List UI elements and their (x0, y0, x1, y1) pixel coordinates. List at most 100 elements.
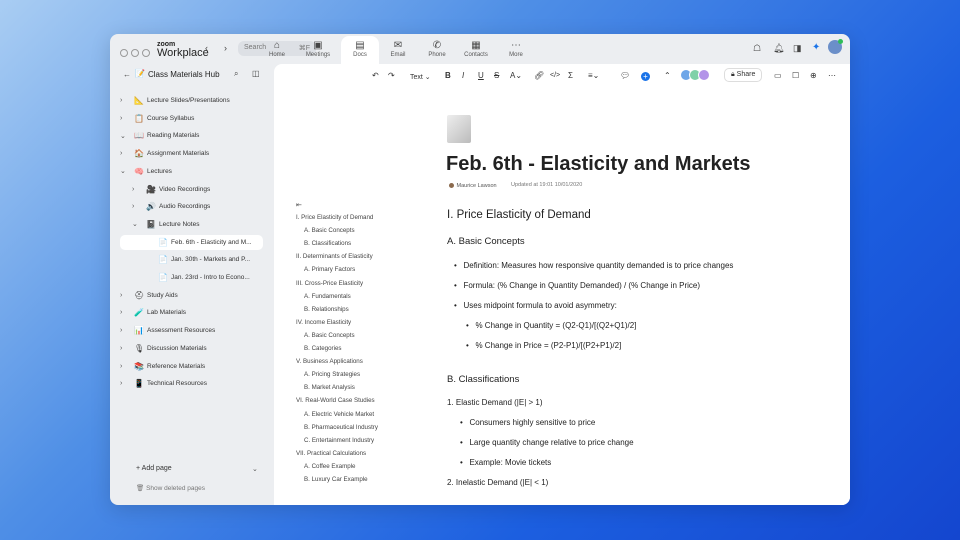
link-icon[interactable]: 🔗︎ (534, 71, 544, 80)
chevron-icon[interactable]: › (120, 115, 134, 122)
sidebar-item[interactable]: › ⛑ Study Aids (120, 288, 178, 303)
outline-item[interactable]: A. Basic Concepts (304, 332, 355, 339)
chevron-icon[interactable]: ⌄ (120, 132, 134, 140)
share-button[interactable]: 🔒︎ Share (724, 68, 763, 82)
outline-item[interactable]: II. Determinants of Elasticity (296, 253, 373, 260)
more-icon[interactable]: ⋯ (828, 71, 836, 80)
chevron-icon[interactable]: › (120, 150, 134, 157)
video-icon[interactable]: ▭ (774, 71, 782, 80)
sidebar-item[interactable]: › 🧪 Lab Materials (120, 305, 186, 320)
chevron-icon[interactable]: › (120, 309, 134, 316)
outline-item[interactable]: B. Classifications (304, 240, 351, 247)
undo-icon[interactable]: ↶ (372, 71, 379, 80)
bold-icon[interactable]: B (445, 71, 451, 80)
outline-item[interactable]: B. Luxury Car Example (304, 476, 368, 483)
chevron-icon[interactable]: ⌄ (132, 220, 146, 228)
add-page-button[interactable]: + Add page (136, 465, 172, 472)
mail-icon: ✉ (393, 40, 403, 51)
tab-email[interactable]: ✉ Email (379, 40, 417, 66)
outline-item[interactable]: VII. Practical Calculations (296, 450, 366, 457)
sidebar-item[interactable]: › 📱 Technical Resources (120, 376, 207, 391)
outline-item[interactable]: A. Pricing Strategies (304, 371, 360, 378)
font-color-icon[interactable]: A⌄ (510, 71, 522, 80)
insert-plus-icon[interactable]: + (641, 72, 650, 81)
chevron-icon[interactable]: › (120, 97, 134, 104)
sidebar-item[interactable]: › 🏠 Assignment Materials (120, 146, 209, 161)
sidebar-item[interactable]: › 🎙 Discussion Materials (120, 341, 207, 356)
chevron-icon[interactable]: › (120, 345, 134, 352)
user-avatar[interactable] (828, 39, 843, 54)
zoom-logo: zoom Workplace (157, 41, 209, 59)
align-icon[interactable]: ≡⌄ (588, 71, 599, 80)
sidebar-item[interactable]: › 📋 Course Syllabus (120, 111, 194, 126)
strikethrough-icon[interactable]: S (494, 71, 499, 80)
back-icon[interactable]: ‹ (205, 43, 208, 53)
outline-item[interactable]: B. Market Analysis (304, 384, 355, 391)
chat-icon[interactable]: ☐ (792, 71, 799, 80)
sidebar-item[interactable]: › 🎥 Video Recordings (120, 182, 210, 197)
chevron-icon[interactable]: › (120, 363, 134, 370)
sidebar-item[interactable]: 📄 Jan. 23rd - Intro to Econo... (120, 270, 250, 285)
ai-sparkle-icon[interactable]: ✦ (812, 42, 820, 53)
page-emoji-icon: 🧪 (134, 308, 144, 318)
sidebar-item[interactable]: ⌄ 🧠 Lectures (120, 164, 172, 179)
formula-icon[interactable]: Σ (568, 71, 573, 80)
sidebar-item[interactable]: › 📚 Reference Materials (120, 359, 205, 374)
outline-item[interactable]: VI. Real-World Case Studies (296, 397, 375, 404)
outline-item[interactable]: V. Business Applications (296, 358, 363, 365)
chevron-down-icon[interactable]: ⌄ (252, 465, 258, 473)
sidebar-item[interactable]: › 📐 Lecture Slides/Presentations (120, 93, 230, 108)
outline-item[interactable]: A. Fundamentals (304, 293, 351, 300)
comment-icon[interactable]: 💬︎ (620, 71, 630, 80)
redo-icon[interactable]: ↷ (388, 71, 395, 80)
sidebar-item[interactable]: ⌄ 📓 Lecture Notes (120, 217, 199, 232)
outline-item[interactable]: III. Cross-Price Elasticity (296, 280, 363, 287)
chevron-icon[interactable]: › (132, 186, 146, 193)
outline-item[interactable]: B. Categories (304, 345, 342, 352)
collaborator-avatars[interactable] (680, 69, 710, 83)
outline-item[interactable]: C. Entertainment Industry (304, 437, 374, 444)
outline-item[interactable]: B. Relationships (304, 306, 349, 313)
forward-icon[interactable]: › (224, 43, 227, 53)
underline-icon[interactable]: U (478, 71, 484, 80)
italic-icon[interactable]: I (462, 71, 464, 80)
sidebar-item[interactable]: 📄 Jan. 30th - Markets and P... (120, 252, 250, 267)
tab-meetings[interactable]: ▣ Meetings (299, 40, 337, 66)
outline-item[interactable]: A. Electric Vehicle Market (304, 411, 374, 418)
globe-icon[interactable]: ⊕ (810, 71, 817, 80)
bell-icon[interactable]: 🔔︎ (773, 43, 784, 54)
tab-docs[interactable]: ▤ Docs (341, 36, 379, 66)
chevron-icon[interactable]: › (120, 327, 134, 334)
collapse-icon[interactable]: ⌃ (664, 71, 671, 80)
panel-icon[interactable]: ◨ (793, 43, 802, 54)
sidebar-item[interactable]: ⌄ 📖 Reading Materials (120, 128, 199, 143)
tab-contacts[interactable]: ▦ Contacts (457, 40, 495, 66)
tab-more[interactable]: ⋯ More (497, 40, 535, 66)
sidebar-item[interactable]: › 📊 Assessment Resources (120, 323, 215, 338)
tab-phone[interactable]: ✆ Phone (418, 40, 456, 66)
sidebar-item[interactable]: › 🔊 Audio Recordings (120, 199, 210, 214)
text-style-dropdown[interactable]: Text ⌄ (410, 73, 431, 81)
numbered-item: 1. Elastic Demand (|E| > 1) (447, 398, 543, 407)
chevron-icon[interactable]: › (120, 292, 134, 299)
outline-item[interactable]: I. Price Elasticity of Demand (296, 214, 373, 221)
outline-item[interactable]: A. Basic Concepts (304, 227, 355, 234)
outline-item[interactable]: B. Pharmaceutical Industry (304, 424, 378, 431)
chevron-icon[interactable]: › (120, 380, 134, 387)
show-deleted-pages[interactable]: 🗑︎ Show deleted pages (136, 484, 205, 492)
window-controls[interactable] (120, 44, 153, 62)
page-emoji-icon: 📚 (134, 361, 144, 371)
outline-item[interactable]: IV. Income Elasticity (296, 319, 351, 326)
chevron-icon[interactable]: › (132, 203, 146, 210)
outline-item[interactable]: A. Primary Factors (304, 266, 355, 273)
search-icon[interactable]: ⌕ (234, 69, 238, 79)
tab-home[interactable]: ⌂ Home (258, 40, 296, 66)
chevron-icon[interactable]: ⌄ (120, 167, 134, 175)
outline-item[interactable]: A. Coffee Example (304, 463, 355, 470)
code-icon[interactable]: </> (550, 72, 560, 79)
sidebar-item[interactable]: 📄 Feb. 6th - Elasticity and M... (120, 234, 263, 250)
rooms-icon[interactable]: ☖ (753, 43, 761, 54)
back-arrow-icon[interactable]: ← (123, 70, 131, 79)
sidebar-toggle-icon[interactable]: ◫ (252, 69, 260, 78)
collapse-outline-icon[interactable]: ⇤ (296, 201, 302, 209)
